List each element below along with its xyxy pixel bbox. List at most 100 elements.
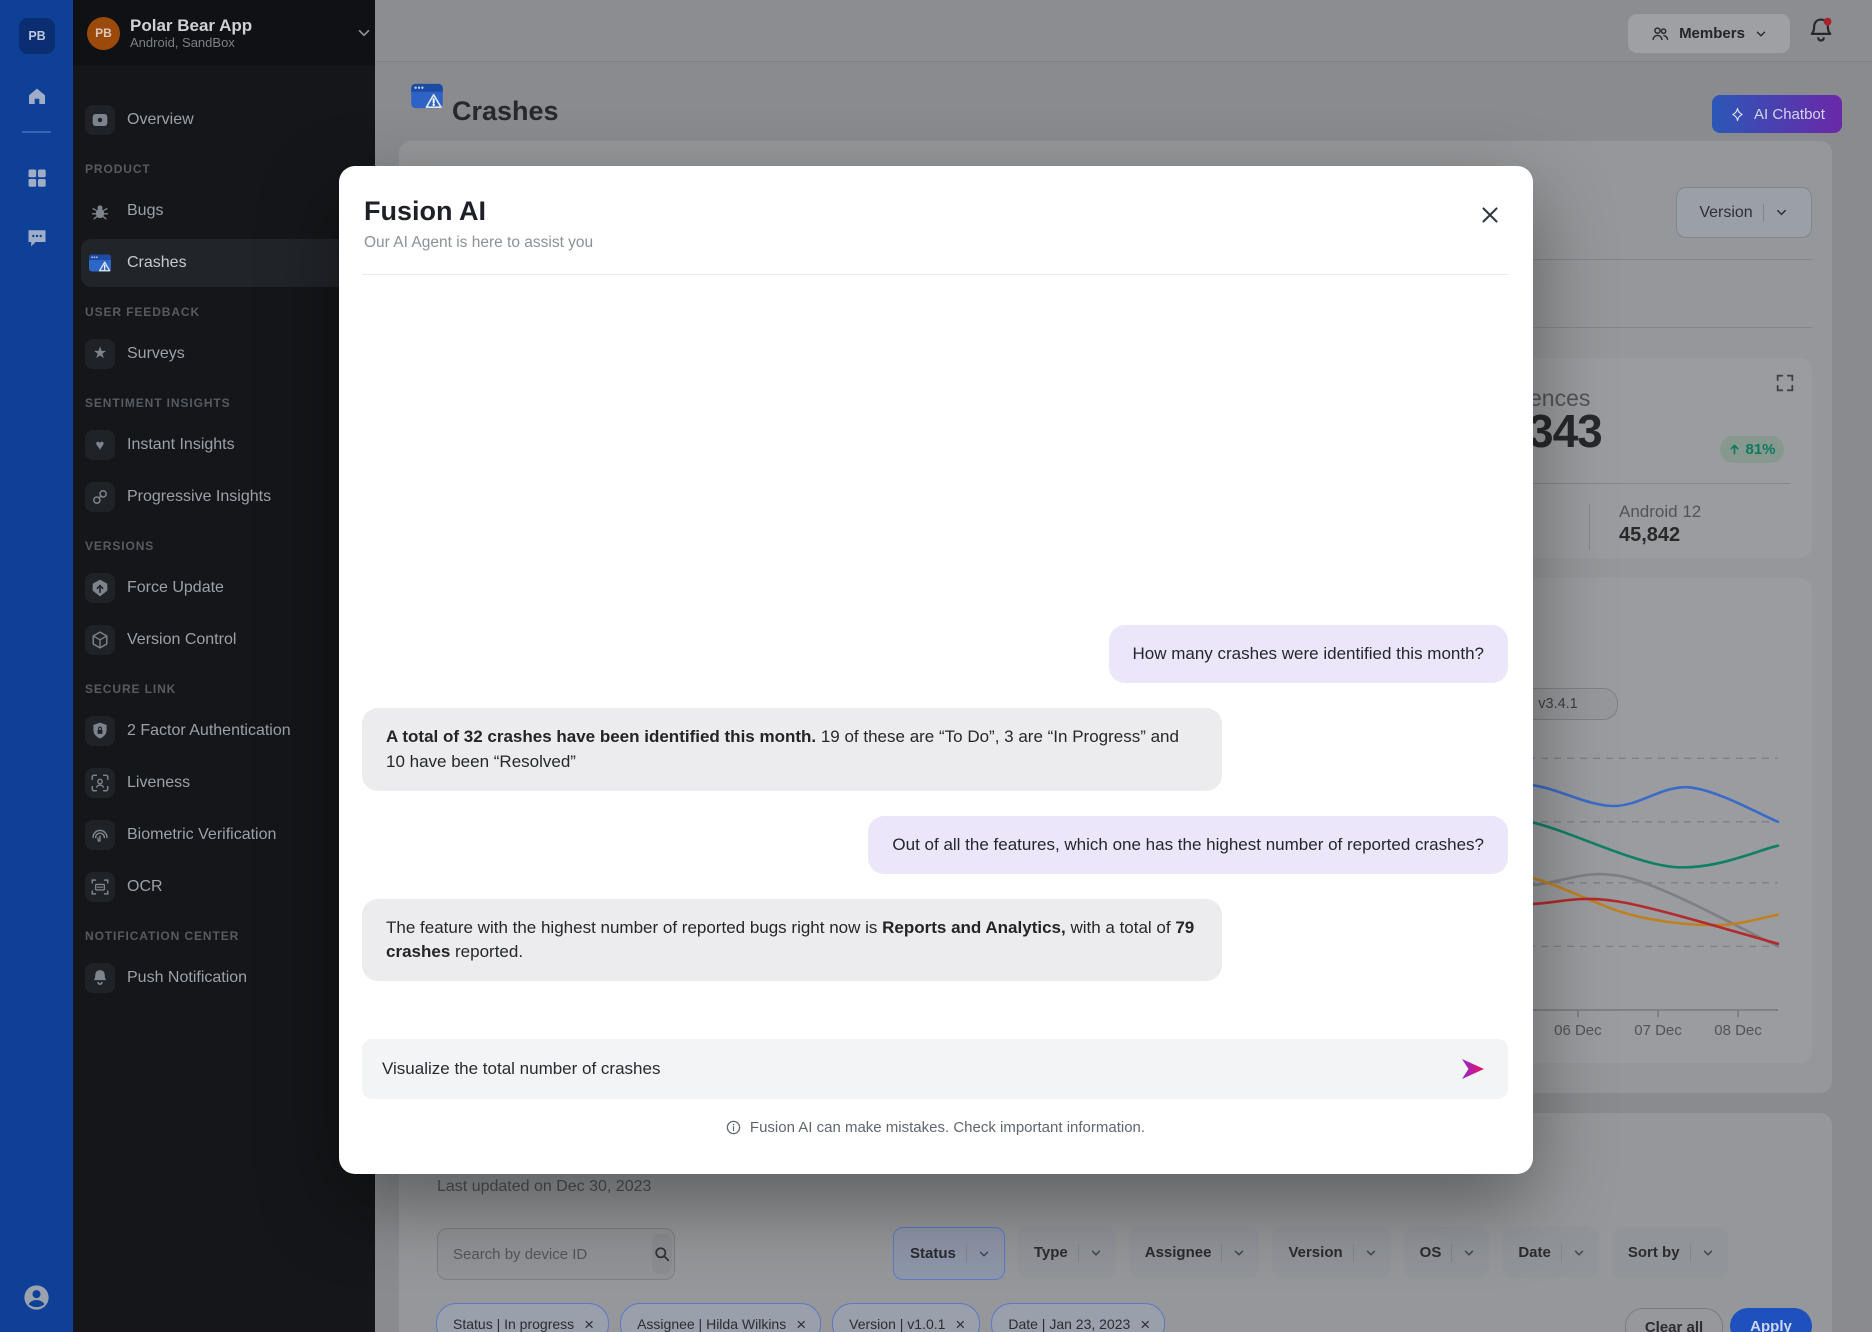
sidebar-item-progressive-insights[interactable]: Progressive Insights [81, 473, 367, 521]
sidebar-item-liveness[interactable]: Liveness [81, 759, 367, 807]
sidebar: PB Polar Bear App Android, SandBox Overv… [73, 0, 375, 1332]
finger-icon [85, 820, 115, 850]
apply-button[interactable]: Apply [1730, 1308, 1812, 1332]
chip-label: Status | In progress [453, 1316, 574, 1332]
fusion-ai-modal: Fusion AI Our AI Agent is here to assist… [339, 166, 1533, 1174]
filter-label: Assignee [1145, 1244, 1212, 1261]
filter-status[interactable]: Status [893, 1227, 1005, 1280]
filter-chip-status[interactable]: Status | In progress × [436, 1303, 609, 1332]
face-icon [85, 768, 115, 798]
search-input[interactable] [438, 1246, 652, 1263]
filter-chip-date[interactable]: Date | Jan 23, 2023× [991, 1303, 1165, 1332]
sidebar-item-label: Force Update [127, 579, 224, 597]
version-dropdown[interactable]: Version [1676, 187, 1812, 238]
sidebar-item-push-notification[interactable]: Push Notification [81, 954, 367, 1002]
sidebar-item-label: Biometric Verification [127, 826, 276, 844]
filter-sort-by[interactable]: Sort by [1612, 1227, 1728, 1278]
clear-all-button[interactable]: Clear all [1625, 1308, 1723, 1332]
close-icon[interactable]: × [796, 1316, 806, 1332]
close-icon[interactable] [1477, 202, 1503, 228]
ai-chatbot-button[interactable]: AI Chatbot [1712, 95, 1842, 133]
filter-label: Type [1034, 1244, 1068, 1261]
version-label: Version [1699, 204, 1752, 222]
sidebar-item-overview[interactable]: Overview [81, 96, 367, 144]
apps-grid-icon[interactable] [25, 166, 49, 190]
close-icon[interactable]: × [1140, 1316, 1150, 1332]
sidebar-item-label: Liveness [127, 774, 190, 792]
workspace-avatar: PB [87, 17, 120, 50]
close-icon[interactable]: × [584, 1316, 594, 1332]
sidebar-item-label: Version Control [127, 631, 236, 649]
trend-badge: 81% [1720, 436, 1784, 463]
filter-label: Status [910, 1245, 956, 1262]
sidebar-section-sentiment-insights: SENTIMENT INSIGHTS [85, 396, 367, 410]
filter-chip-version[interactable]: Version | v1.0.1 × [832, 1303, 980, 1332]
assistant-message: A total of 32 crashes have been identifi… [362, 708, 1222, 790]
filter-version[interactable]: Version [1272, 1227, 1390, 1278]
chat-input-bar [362, 1039, 1508, 1099]
filter-label: OS [1420, 1244, 1442, 1261]
filter-label: Version [1288, 1244, 1342, 1261]
close-icon[interactable]: × [955, 1316, 965, 1332]
sidebar-item-bugs[interactable]: Bugs [81, 187, 367, 235]
cube-icon [85, 625, 115, 655]
sidebar-item-crashes[interactable]: Crashes [81, 239, 367, 287]
sidebar-item-biometric-verification[interactable]: Biometric Verification [81, 811, 367, 859]
filter-date[interactable]: Date [1502, 1227, 1599, 1278]
info-icon [725, 1119, 742, 1136]
divider [1353, 1244, 1354, 1262]
divider [1589, 504, 1590, 550]
divider [1763, 204, 1764, 222]
divider [22, 131, 51, 133]
filter-label: Date [1518, 1244, 1551, 1261]
chevron-down-icon [1462, 1246, 1476, 1260]
filter-os[interactable]: OS [1404, 1227, 1490, 1278]
divider [966, 1245, 967, 1263]
sidebar-item-surveys[interactable]: ★Surveys [81, 330, 367, 378]
chat-icon[interactable] [25, 226, 49, 250]
shield-icon [85, 716, 115, 746]
sidebar-section-product: PRODUCT [85, 162, 367, 176]
members-button[interactable]: Members [1628, 14, 1790, 53]
filter-type[interactable]: Type [1018, 1227, 1116, 1278]
svg-text:08 Dec: 08 Dec [1714, 1022, 1762, 1039]
device-search [437, 1228, 675, 1280]
notification-bell-icon[interactable] [1806, 15, 1836, 47]
last-updated-text: Last updated on Dec 30, 2023 [437, 1178, 651, 1196]
workspace-badge[interactable]: PB [19, 18, 55, 54]
sidebar-item-ocr[interactable]: OCR [81, 863, 367, 911]
sidebar-item-instant-insights[interactable]: ♥Instant Insights [81, 421, 367, 469]
link-icon [85, 482, 115, 512]
sidebar-section-user-feedback: USER FEEDBACK [85, 305, 367, 319]
disclaimer: Fusion AI can make mistakes. Check impor… [362, 1119, 1508, 1136]
filter-chip-assignee[interactable]: Assignee | Hilda Wilkins × [620, 1303, 821, 1332]
overview-icon [85, 105, 115, 135]
chat-input[interactable] [380, 1058, 1458, 1080]
sidebar-item-version-control[interactable]: Version Control [81, 616, 367, 664]
chip-label: Assignee | Hilda Wilkins [637, 1316, 786, 1332]
crashes-page-icon [410, 80, 444, 112]
chip-label: Version | v1.0.1 [849, 1316, 945, 1332]
chevron-down-icon [1572, 1246, 1586, 1260]
force-icon [85, 573, 115, 603]
expand-icon[interactable] [1774, 372, 1796, 394]
user-message: How many crashes were identified this mo… [1109, 625, 1509, 683]
sidebar-item-2-factor-authentication[interactable]: 2 Factor Authentication [81, 707, 367, 755]
search-icon[interactable] [652, 1234, 672, 1274]
send-icon[interactable] [1458, 1055, 1488, 1083]
sidebar-item-label: Push Notification [127, 969, 247, 987]
home-icon[interactable] [25, 84, 49, 108]
workspace-switcher[interactable]: PB Polar Bear App Android, SandBox [73, 0, 375, 66]
sidebar-item-label: Progressive Insights [127, 488, 271, 506]
modal-subtitle: Our AI Agent is here to assist you [362, 234, 1508, 252]
sidebar-item-label: Surveys [127, 345, 185, 363]
trend-value: 81% [1745, 441, 1775, 458]
assistant-message: The feature with the highest number of r… [362, 899, 1222, 981]
divider [1690, 1244, 1691, 1262]
sidebar-item-label: Instant Insights [127, 436, 235, 454]
sidebar-item-force-update[interactable]: Force Update [81, 564, 367, 612]
page-title: Crashes [452, 96, 559, 127]
account-icon[interactable] [21, 1282, 52, 1313]
chevron-down-icon [1089, 1246, 1103, 1260]
filter-assignee[interactable]: Assignee [1129, 1227, 1260, 1278]
